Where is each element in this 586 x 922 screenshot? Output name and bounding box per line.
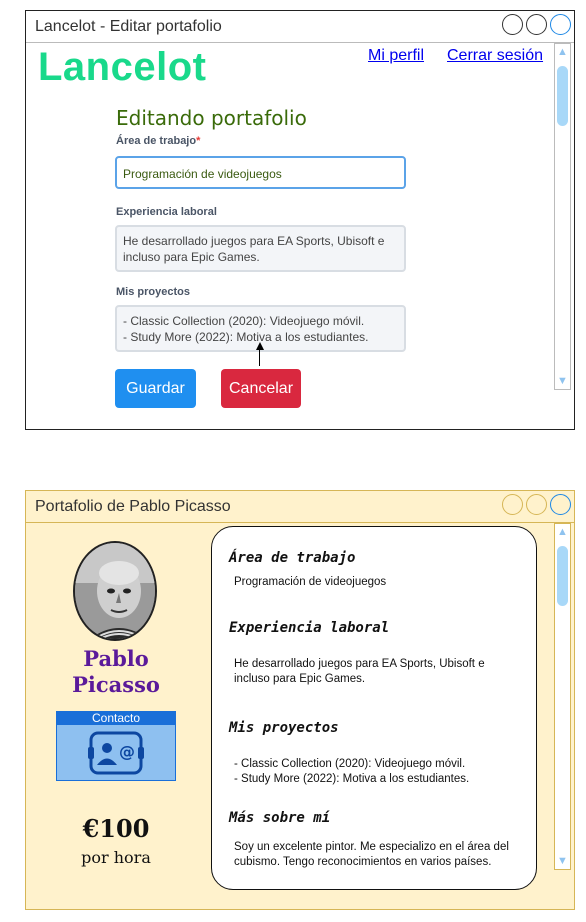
save-button[interactable]: Guardar <box>115 369 196 408</box>
window-title: Lancelot - Editar portafolio <box>35 18 222 35</box>
scrollbar[interactable]: ▲ ▼ <box>554 43 571 390</box>
scroll-up-icon[interactable]: ▲ <box>555 525 570 539</box>
mouse-cursor-icon <box>256 342 264 350</box>
window-controls <box>502 494 571 515</box>
project-line: - Classic Collection (2020): Videojuego … <box>234 758 466 770</box>
experience-title: Experiencia laboral <box>229 620 390 636</box>
minimize-button[interactable] <box>502 494 523 515</box>
scroll-thumb[interactable] <box>557 66 568 126</box>
area-text: Programación de videojuegos <box>234 576 387 588</box>
projects-label: Mis proyectos <box>116 286 190 298</box>
form-title: Editando portafolio <box>116 106 307 130</box>
experience-text: He desarrollado juegos para EA Sports, U… <box>234 658 485 685</box>
scroll-down-icon[interactable]: ▼ <box>555 854 570 868</box>
area-label-text: Área de trabajo <box>116 135 197 147</box>
contact-button[interactable]: Contacto @ <box>56 711 176 781</box>
contact-label: Contacto <box>57 712 175 725</box>
area-label: Área de trabajo* <box>116 135 200 147</box>
brand-logo[interactable]: Lancelot <box>38 45 206 90</box>
profile-link[interactable]: Mi perfil <box>368 47 424 65</box>
first-name: Pablo <box>83 646 149 671</box>
person-name: Pablo Picasso <box>56 646 176 698</box>
maximize-button[interactable] <box>526 14 547 35</box>
experience-textarea[interactable]: He desarrollado juegos para EA Sports, U… <box>115 225 406 272</box>
mouse-cursor-stem <box>259 344 260 366</box>
svg-text:@: @ <box>119 742 135 761</box>
title-bar: Lancelot - Editar portafolio <box>26 11 574 43</box>
about-text: Soy un excelente pintor. Me especializo … <box>234 841 509 868</box>
scroll-up-icon[interactable]: ▲ <box>555 45 570 59</box>
title-bar: Portafolio de Pablo Picasso <box>26 491 574 523</box>
area-title: Área de trabajo <box>229 550 356 566</box>
scroll-down-icon[interactable]: ▼ <box>555 374 570 388</box>
edit-portfolio-window: Lancelot - Editar portafolio ▲ ▼ Lancelo… <box>25 10 575 430</box>
logout-link[interactable]: Cerrar sesión <box>447 47 543 65</box>
cancel-button[interactable]: Cancelar <box>221 369 301 408</box>
project-line: - Study More (2022): Motiva a los estudi… <box>234 773 470 785</box>
projects-list: - Classic Collection (2020): Videojuego … <box>234 757 519 787</box>
projects-title: Mis proyectos <box>229 720 339 736</box>
window-title: Portafolio de Pablo Picasso <box>35 498 231 515</box>
project-line: - Classic Collection (2020): Videojuego … <box>123 314 365 328</box>
experience-label: Experiencia laboral <box>116 206 217 218</box>
minimize-button[interactable] <box>502 14 523 35</box>
scroll-thumb[interactable] <box>557 546 568 606</box>
required-marker: * <box>196 135 201 147</box>
avatar <box>73 541 157 641</box>
portrait-photo-icon <box>75 543 155 639</box>
price: €100 <box>82 814 150 843</box>
portfolio-window: Portafolio de Pablo Picasso ▲ ▼ Pablo Pi <box>25 490 575 910</box>
contact-card-icon: @ <box>88 731 144 775</box>
last-name: Picasso <box>72 672 160 697</box>
about-title: Más sobre mí <box>229 810 331 826</box>
close-button[interactable] <box>550 14 571 35</box>
window-controls <box>502 14 571 35</box>
area-input[interactable]: Programación de videojuegos <box>115 156 406 189</box>
price-unit: por hora <box>81 848 151 867</box>
close-button[interactable] <box>550 494 571 515</box>
maximize-button[interactable] <box>526 494 547 515</box>
scrollbar[interactable]: ▲ ▼ <box>554 523 571 870</box>
portfolio-details-card: Área de trabajo Programación de videojue… <box>211 526 537 890</box>
